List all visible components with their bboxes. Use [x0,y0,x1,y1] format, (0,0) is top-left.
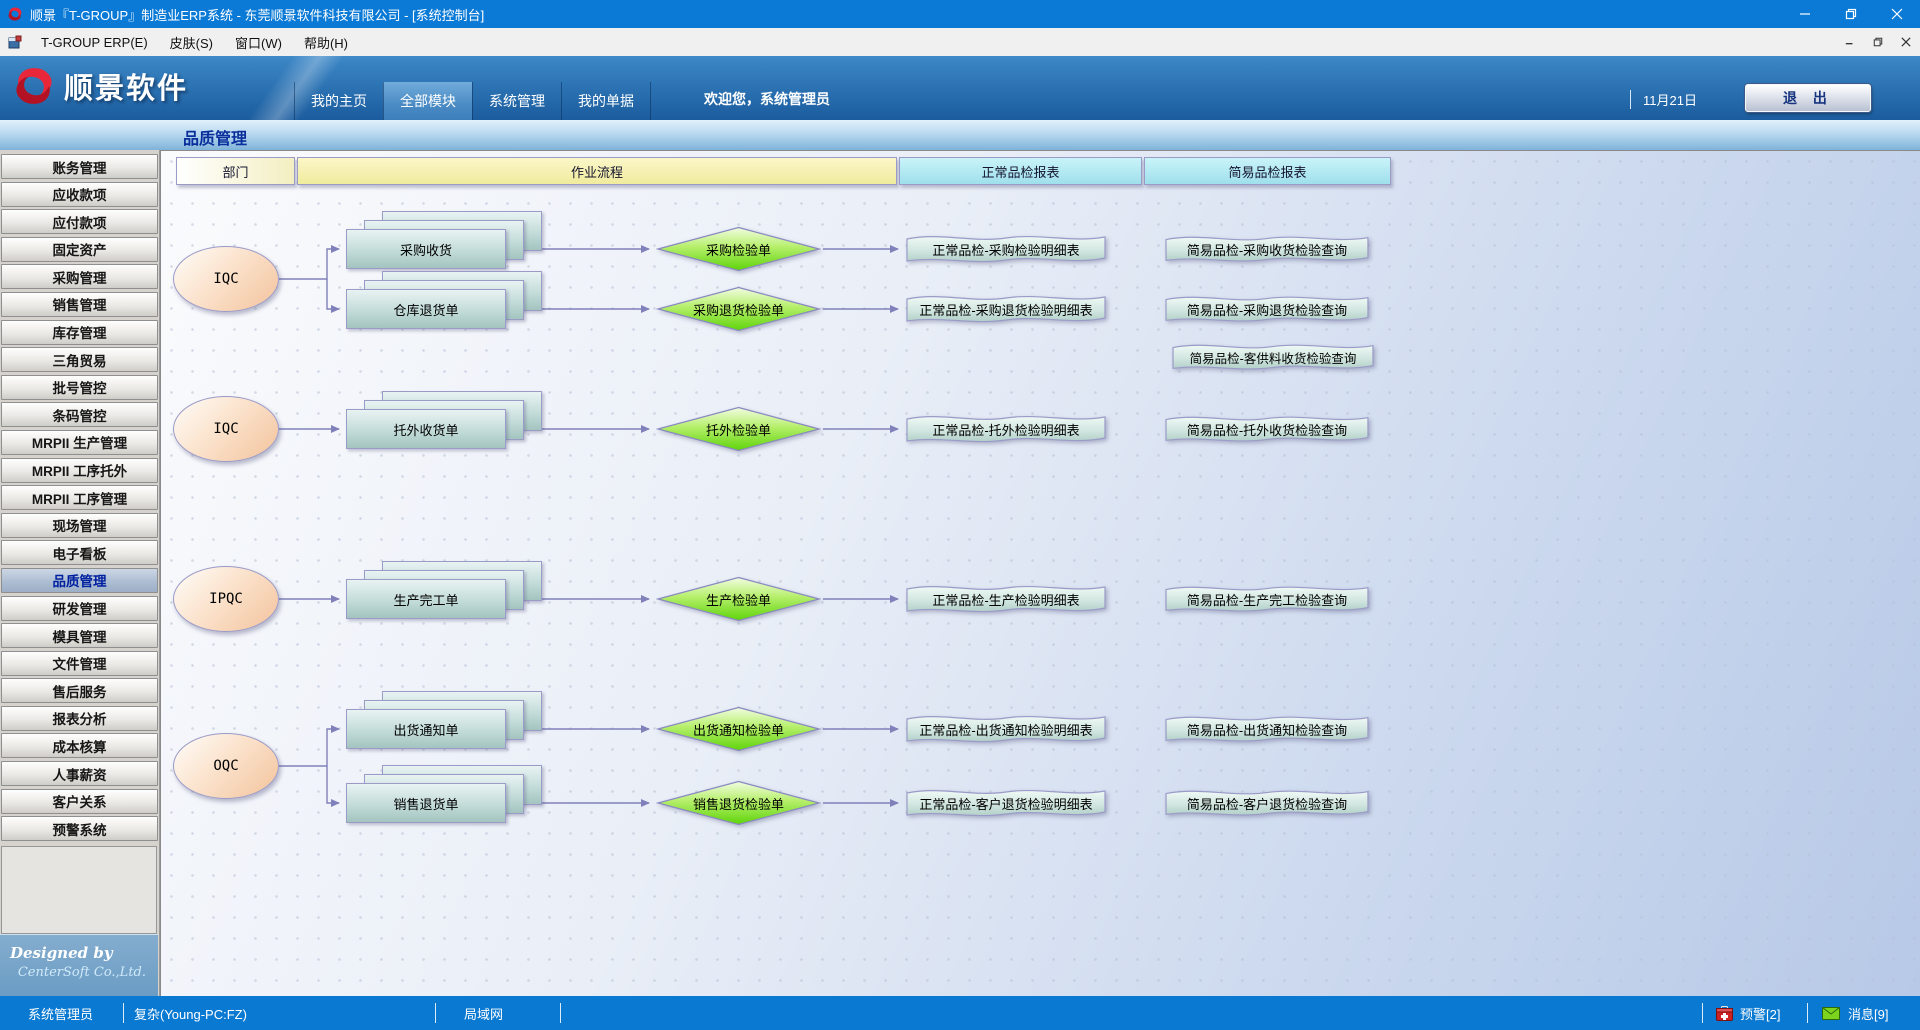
dept-ellipse-iqc-2: IQC [173,396,279,462]
query-purchase-return-inspection[interactable]: 简易品检-采购退货检验查询 [1164,291,1370,327]
sidebar-item-mrp2-process[interactable]: MRPII 工序管理 [1,485,158,510]
child-minimize-button[interactable] [1836,28,1864,56]
mdi-child-icon [8,35,22,49]
restore-button[interactable] [1828,0,1874,28]
sidebar-item-crm[interactable]: 客户关系 [1,789,158,814]
quality-flowchart-canvas: 部门 作业流程 正常品检报表 简易品检报表 [160,150,1920,996]
message-icon [1822,996,1840,1030]
status-alerts[interactable]: 预警[2] [1740,996,1780,1030]
sidebar-item-report-analysis[interactable]: 报表分析 [1,706,158,731]
window-title: 顺景『T-GROUP』制造业ERP系统 - 东莞顺景软件科技有限公司 - [系统… [30,5,1782,24]
query-outsourcing-receiving-inspection[interactable]: 简易品检-托外收货检验查询 [1164,411,1370,447]
tab-system-management[interactable]: 系统管理 [472,82,561,120]
sidebar-item-receivables[interactable]: 应收款项 [1,182,158,207]
sidebar-item-shopfloor[interactable]: 现场管理 [1,513,158,538]
menubar: T-GROUP ERP(E) 皮肤(S) 窗口(W) 帮助(H) [0,28,1920,57]
menu-tgroup-erp[interactable]: T-GROUP ERP(E) [30,28,159,56]
query-purchase-receiving-inspection[interactable]: 简易品检-采购收货检验查询 [1164,231,1370,267]
node-outsourcing-inspection[interactable]: 托外检验单 [656,406,821,452]
sidebar-item-fixed-assets[interactable]: 固定资产 [1,237,158,262]
breadcrumb: 品质管理 [183,125,247,149]
alert-icon [1716,996,1733,1030]
minimize-button[interactable] [1782,0,1828,28]
close-button[interactable] [1874,0,1920,28]
sidebar-item-rnd[interactable]: 研发管理 [1,596,158,621]
tab-all-modules[interactable]: 全部模块 [383,82,472,120]
sidebar-item-inventory[interactable]: 库存管理 [1,320,158,345]
erp-application-window: 顺景『T-GROUP』制造业ERP系统 - 东莞顺景软件科技有限公司 - [系统… [0,0,1920,1030]
node-purchase-return-inspection[interactable]: 采购退货检验单 [656,286,821,332]
exit-button[interactable]: 退 出 [1745,84,1871,112]
app-logo-icon [7,6,23,22]
sidebar-item-batch-control[interactable]: 批号管控 [1,375,158,400]
sidebar-item-costing[interactable]: 成本核算 [1,733,158,758]
node-warehouse-return[interactable]: 仓库退货单 [346,271,542,329]
sidebar-empty-panel [1,846,157,934]
sidebar-item-documents[interactable]: 文件管理 [1,651,158,676]
node-outsourcing-receiving[interactable]: 托外收货单 [346,391,542,449]
query-shipping-notice-inspection[interactable]: 简易品检-出货通知检验查询 [1164,711,1370,747]
sidebar-item-payables[interactable]: 应付款项 [1,209,158,234]
query-customer-supplied-receiving-inspection[interactable]: 简易品检-客供料收货检验查询 [1171,339,1375,375]
sidebar-item-mrp2-production[interactable]: MRPII 生产管理 [1,430,158,455]
node-sales-return[interactable]: 销售退货单 [346,765,542,823]
dept-ellipse-oqc: OQC [173,733,279,799]
dept-ellipse-ipqc: IPQC [173,566,279,632]
menu-skin[interactable]: 皮肤(S) [159,28,224,56]
brand-logo: 顺景软件 [12,64,188,108]
sidebar-item-e-kanban[interactable]: 电子看板 [1,540,158,565]
status-user: 系统管理员 [28,996,93,1030]
tab-my-documents[interactable]: 我的单据 [561,82,651,120]
tab-my-home[interactable]: 我的主页 [294,82,383,120]
sidebar-item-after-sales[interactable]: 售后服务 [1,678,158,703]
date-display: 11月21日 [1630,90,1697,109]
module-sidebar: 账务管理 应收款项 应付款项 固定资产 采购管理 销售管理 库存管理 三角贸易 … [0,150,160,996]
menu-help[interactable]: 帮助(H) [293,28,359,56]
app-header: 顺景软件 我的主页 全部模块 系统管理 我的单据 欢迎您，系统管理员 11月21… [0,56,1920,120]
status-messages[interactable]: 消息[9] [1848,996,1888,1030]
report-production-inspection-detail[interactable]: 正常品检-生产检验明细表 [905,580,1107,618]
sidebar-item-sales[interactable]: 销售管理 [1,292,158,317]
report-purchase-inspection-detail[interactable]: 正常品检-采购检验明细表 [905,230,1107,268]
sidebar-item-mrp2-outsourcing[interactable]: MRPII 工序托外 [1,458,158,483]
query-customer-return-inspection[interactable]: 简易品检-客户退货检验查询 [1164,785,1370,821]
node-shipping-notice-inspection[interactable]: 出货通知检验单 [656,706,821,752]
sidebar-item-accounting[interactable]: 账务管理 [1,154,158,179]
sidebar-item-barcode-control[interactable]: 条码管控 [1,402,158,427]
status-host: 复杂(Young-PC:FZ) [134,996,247,1030]
node-production-inspection[interactable]: 生产检验单 [656,576,821,622]
sidebar-item-hr-payroll[interactable]: 人事薪资 [1,761,158,786]
breadcrumb-band: 品质管理 [0,120,1920,151]
designed-by-line1: Designed by [10,944,158,962]
node-purchase-inspection[interactable]: 采购检验单 [656,226,821,272]
designed-by-line2: CenterSoft Co.,Ltd. [0,965,146,980]
report-shipping-notice-inspection-detail[interactable]: 正常品检-出货通知检验明细表 [905,710,1107,748]
sidebar-item-purchasing[interactable]: 采购管理 [1,264,158,289]
query-production-completion-inspection[interactable]: 简易品检-生产完工检验查询 [1164,581,1370,617]
sidebar-item-quality[interactable]: 品质管理 [1,568,158,593]
brand-swirl-icon [12,64,56,108]
report-outsourcing-inspection-detail[interactable]: 正常品检-托外检验明细表 [905,410,1107,448]
status-network: 局域网 [464,996,503,1030]
statusbar: 系统管理员 复杂(Young-PC:FZ) 局域网 预警[2] 消息[9] [0,996,1920,1030]
node-sales-return-inspection[interactable]: 销售退货检验单 [656,780,821,826]
titlebar: 顺景『T-GROUP』制造业ERP系统 - 东莞顺景软件科技有限公司 - [系统… [0,0,1920,28]
child-restore-button[interactable] [1864,28,1892,56]
sidebar-item-alert-system[interactable]: 预警系统 [1,816,158,841]
sidebar-item-mold[interactable]: 模具管理 [1,623,158,648]
report-customer-return-inspection-detail[interactable]: 正常品检-客户退货检验明细表 [905,784,1107,822]
header-tabs: 我的主页 全部模块 系统管理 我的单据 [294,82,651,120]
child-close-button[interactable] [1892,28,1920,56]
welcome-text: 欢迎您，系统管理员 [704,89,830,109]
sidebar-item-triangle-trade[interactable]: 三角贸易 [1,347,158,372]
node-shipping-notice[interactable]: 出货通知单 [346,691,542,749]
node-production-completion[interactable]: 生产完工单 [346,561,542,619]
designed-by-block: Designed by CenterSoft Co.,Ltd. [0,934,158,996]
dept-ellipse-iqc-1: IQC [173,246,279,312]
brand-name: 顺景软件 [64,65,188,107]
report-purchase-return-inspection-detail[interactable]: 正常品检-采购退货检验明细表 [905,290,1107,328]
menu-window[interactable]: 窗口(W) [224,28,293,56]
node-purchase-receiving[interactable]: 采购收货 [346,211,542,269]
